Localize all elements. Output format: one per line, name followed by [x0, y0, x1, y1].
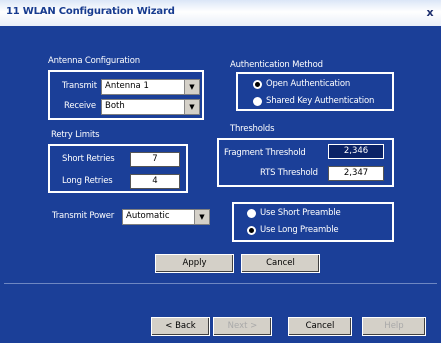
wizard-body: Antenna Configuration Transmit Antenna 1… — [4, 26, 437, 339]
long-retries-label: Long Retries — [62, 176, 113, 186]
rts-threshold-field[interactable]: 2,347 — [328, 166, 384, 181]
short-retries-field[interactable]: 7 — [130, 152, 180, 167]
short-retries-value: 7 — [152, 154, 158, 164]
receive-antenna-value: Both — [105, 101, 125, 111]
shared-key-radio[interactable] — [253, 97, 262, 106]
window-title: 11 WLAN Configuration Wizard — [6, 6, 175, 17]
transmit-power-select[interactable]: Automatic ▼ — [122, 209, 210, 225]
antenna-group-label: Antenna Configuration — [48, 56, 140, 66]
help-button[interactable]: Help — [362, 317, 426, 336]
fragment-threshold-value: 2,346 — [343, 146, 369, 156]
transmit-antenna-select[interactable]: Antenna 1 ▼ — [101, 79, 200, 95]
long-retries-value: 4 — [152, 176, 158, 186]
long-retries-field[interactable]: 4 — [130, 174, 180, 189]
receive-antenna-select[interactable]: Both ▼ — [101, 99, 200, 115]
footer-divider — [4, 283, 437, 284]
title-bar: 11 WLAN Configuration Wizard x — [0, 0, 441, 26]
long-preamble-radio[interactable] — [247, 226, 256, 235]
thresholds-group-label: Thresholds — [230, 124, 275, 134]
rts-threshold-value: 2,347 — [343, 168, 369, 178]
auth-group-label: Authentication Method — [230, 60, 323, 70]
transmit-label: Transmit — [62, 81, 97, 91]
fragment-threshold-label: Fragment Threshold — [224, 148, 306, 158]
rts-threshold-label: RTS Threshold — [260, 168, 318, 178]
short-retries-label: Short Retries — [62, 154, 115, 164]
long-preamble-label: Use Long Preamble — [260, 225, 339, 235]
wizard-cancel-button[interactable]: Cancel — [288, 317, 352, 336]
chevron-down-icon[interactable]: ▼ — [184, 80, 199, 94]
chevron-down-icon[interactable]: ▼ — [194, 210, 209, 224]
chevron-down-icon[interactable]: ▼ — [184, 100, 199, 114]
apply-button[interactable]: Apply — [155, 254, 234, 273]
wizard-window: 11 WLAN Configuration Wizard x Antenna C… — [0, 0, 441, 343]
back-button[interactable]: < Back — [151, 317, 210, 336]
cancel-settings-button[interactable]: Cancel — [241, 254, 320, 273]
open-auth-label: Open Authentication — [266, 79, 351, 89]
open-auth-radio[interactable] — [253, 80, 262, 89]
fragment-threshold-field[interactable]: 2,346 — [328, 144, 384, 159]
next-button[interactable]: Next > — [213, 317, 272, 336]
short-preamble-radio[interactable] — [247, 209, 256, 218]
transmit-antenna-value: Antenna 1 — [105, 81, 149, 91]
receive-label: Receive — [64, 101, 96, 111]
close-icon[interactable]: x — [423, 6, 437, 20]
shared-key-label: Shared Key Authentication — [266, 96, 375, 106]
retry-group-label: Retry Limits — [51, 130, 100, 140]
short-preamble-label: Use Short Preamble — [260, 208, 341, 218]
transmit-power-value: Automatic — [126, 211, 170, 221]
transmit-power-label: Transmit Power — [52, 211, 115, 221]
